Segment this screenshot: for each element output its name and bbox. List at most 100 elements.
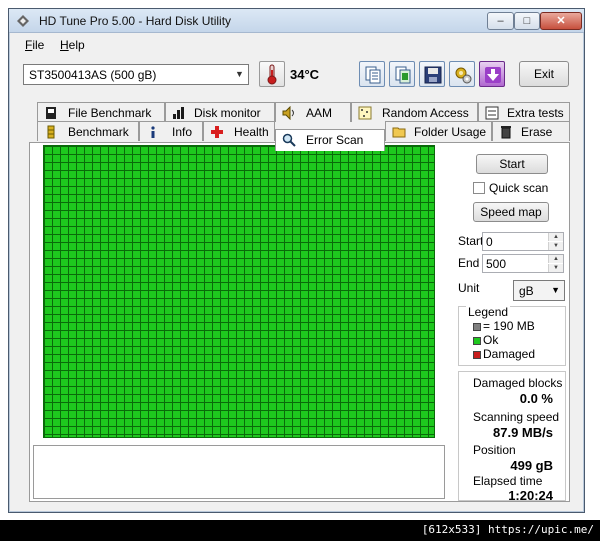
legend-ok-label: Ok [483, 333, 499, 347]
tab-random-access-label: Random Access [382, 106, 469, 120]
maximize-button[interactable]: □ [514, 12, 540, 30]
start-field-value: 0 [486, 235, 493, 249]
exit-button[interactable]: Exit [519, 61, 569, 87]
scanning-speed-label: Scanning speed [473, 410, 560, 424]
drive-select-value: ST3500413AS (500 gB) [29, 68, 157, 82]
end-field-label: End [458, 256, 480, 270]
elapsed-time-label: Elapsed time [473, 474, 543, 488]
folder-icon [392, 127, 406, 138]
error-scan-block-map [43, 145, 435, 438]
tab-folder-usage-label: Folder Usage [414, 125, 487, 139]
tab-aam[interactable]: AAM [275, 102, 351, 122]
legend-ok: Ok [473, 333, 498, 347]
scan-stats-box: Damaged blocks 0.0 % Scanning speed 87.9… [458, 371, 566, 503]
legend-box: Legend = 190 MB Ok Damaged [458, 305, 566, 366]
tab-extra-tests-label: Extra tests [507, 106, 564, 120]
legend-title: Legend [466, 305, 511, 319]
tab-aam-label: AAM [306, 106, 333, 120]
chevron-down-icon: ▼ [235, 69, 244, 79]
tab-info-label: Info [172, 125, 193, 139]
app-icon [17, 15, 29, 27]
tab-health-label: Health [234, 125, 269, 139]
tab-error-scan[interactable]: Error Scan [275, 129, 385, 151]
spin-up-icon[interactable]: ▲ [548, 233, 563, 241]
chevron-down-icon: ▼ [551, 285, 560, 295]
tab-random-access[interactable]: Random Access [351, 102, 478, 122]
menu-help-label: elp [68, 38, 85, 52]
damaged-blocks-value: 0.0 % [519, 391, 553, 406]
quick-scan-checkbox[interactable] [473, 182, 485, 194]
spin-down-icon[interactable]: ▼ [548, 242, 563, 250]
tab-benchmark-label: Benchmark [68, 125, 129, 139]
tab-erase[interactable]: Erase [492, 121, 570, 141]
copy-text-button[interactable] [359, 61, 385, 87]
options-icon [455, 67, 472, 84]
tab-error-scan-label: Error Scan [306, 133, 364, 147]
minimize-button[interactable]: – [487, 12, 514, 30]
end-field[interactable]: 500 ▲ ▼ [482, 254, 564, 273]
tab-file-benchmark-label: File Benchmark [68, 106, 152, 120]
start-field[interactable]: 0 ▲ ▼ [482, 232, 564, 251]
magnifier-icon [282, 133, 296, 147]
elapsed-time-value: 1:20:24 [508, 488, 553, 503]
health-cross-icon [211, 126, 223, 138]
error-scan-panel: Start Quick scan Speed map Start 0 ▲ ▼ E… [29, 142, 570, 503]
download-button[interactable] [479, 61, 505, 87]
drive-select[interactable]: ST3500413AS (500 gB) ▼ [23, 64, 249, 85]
tab-disk-monitor[interactable]: Disk monitor [165, 102, 275, 122]
position-label: Position [473, 443, 516, 457]
menu-file[interactable]: File [25, 38, 44, 52]
spin-up-icon[interactable]: ▲ [548, 255, 563, 263]
menu-file-label: ile [32, 38, 45, 52]
tab-erase-label: Erase [521, 125, 553, 139]
menu-help[interactable]: Help [60, 38, 85, 52]
legend-damaged-swatch [473, 351, 481, 359]
legend-ok-swatch [473, 337, 481, 345]
tab-info[interactable]: Info [139, 121, 203, 141]
thermometer-icon [267, 64, 277, 85]
end-field-value: 500 [486, 257, 507, 271]
benchmark-icon [47, 125, 55, 139]
tab-disk-monitor-label: Disk monitor [194, 106, 261, 120]
menu-help-mnemonic: H [60, 38, 69, 52]
watermark-text: [612x533] https://upic.me/ [421, 523, 594, 536]
app-window: HD Tune Pro 5.00 - Hard Disk Utility – □… [8, 8, 585, 513]
tab-extra-tests[interactable]: Extra tests [478, 102, 570, 122]
unit-select[interactable]: gB ▼ [513, 280, 565, 301]
scan-log-box[interactable] [33, 445, 445, 499]
scanning-speed-value: 87.9 MB/s [493, 425, 553, 440]
temperature-readout: 34°C [290, 67, 320, 82]
info-icon [151, 126, 155, 138]
start-scan-button[interactable]: Start [476, 154, 548, 174]
save-icon [424, 66, 442, 84]
file-benchmark-icon [46, 107, 56, 119]
quick-scan-label: Quick scan [489, 181, 549, 195]
legend-damaged-label: Damaged [483, 347, 536, 361]
damaged-blocks-label: Damaged blocks [473, 376, 563, 390]
legend-damaged: Damaged [473, 347, 535, 361]
copy-screenshot-button[interactable] [389, 61, 415, 87]
disk-monitor-icon [173, 107, 184, 119]
copy-text-icon [365, 66, 381, 84]
temperature-button[interactable] [259, 61, 285, 87]
tab-benchmark[interactable]: Benchmark [37, 121, 139, 141]
speed-map-button[interactable]: Speed map [473, 202, 549, 222]
position-value: 499 gB [510, 458, 553, 473]
image-host-watermark: [612x533] https://upic.me/ [0, 520, 600, 541]
unit-label: Unit [458, 281, 480, 295]
options-button[interactable] [449, 61, 475, 87]
save-button[interactable] [419, 61, 445, 87]
close-button[interactable]: ✕ [540, 12, 582, 30]
trash-icon [501, 126, 511, 139]
random-access-icon [358, 106, 372, 120]
title-bar[interactable]: HD Tune Pro 5.00 - Hard Disk Utility – □… [9, 9, 584, 33]
copy-screenshot-icon [395, 66, 411, 84]
spin-down-icon[interactable]: ▼ [548, 264, 563, 272]
legend-block-size-label: = 190 MB [483, 319, 535, 333]
legend-block-swatch [473, 323, 481, 331]
tab-health[interactable]: Health [203, 121, 275, 141]
tab-folder-usage[interactable]: Folder Usage [385, 121, 492, 141]
extra-tests-icon [485, 106, 499, 120]
legend-block-size: = 190 MB [473, 319, 535, 333]
tab-file-benchmark[interactable]: File Benchmark [37, 102, 165, 122]
